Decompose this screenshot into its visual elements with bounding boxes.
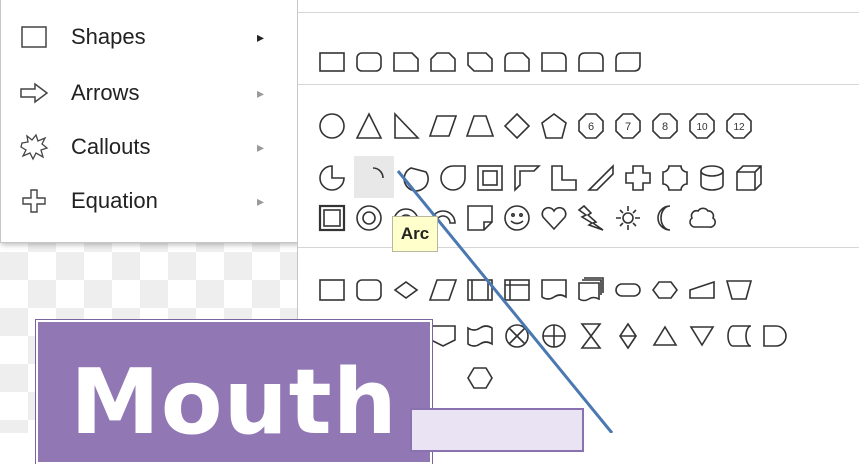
shape-tooltip: Arc (392, 216, 438, 252)
